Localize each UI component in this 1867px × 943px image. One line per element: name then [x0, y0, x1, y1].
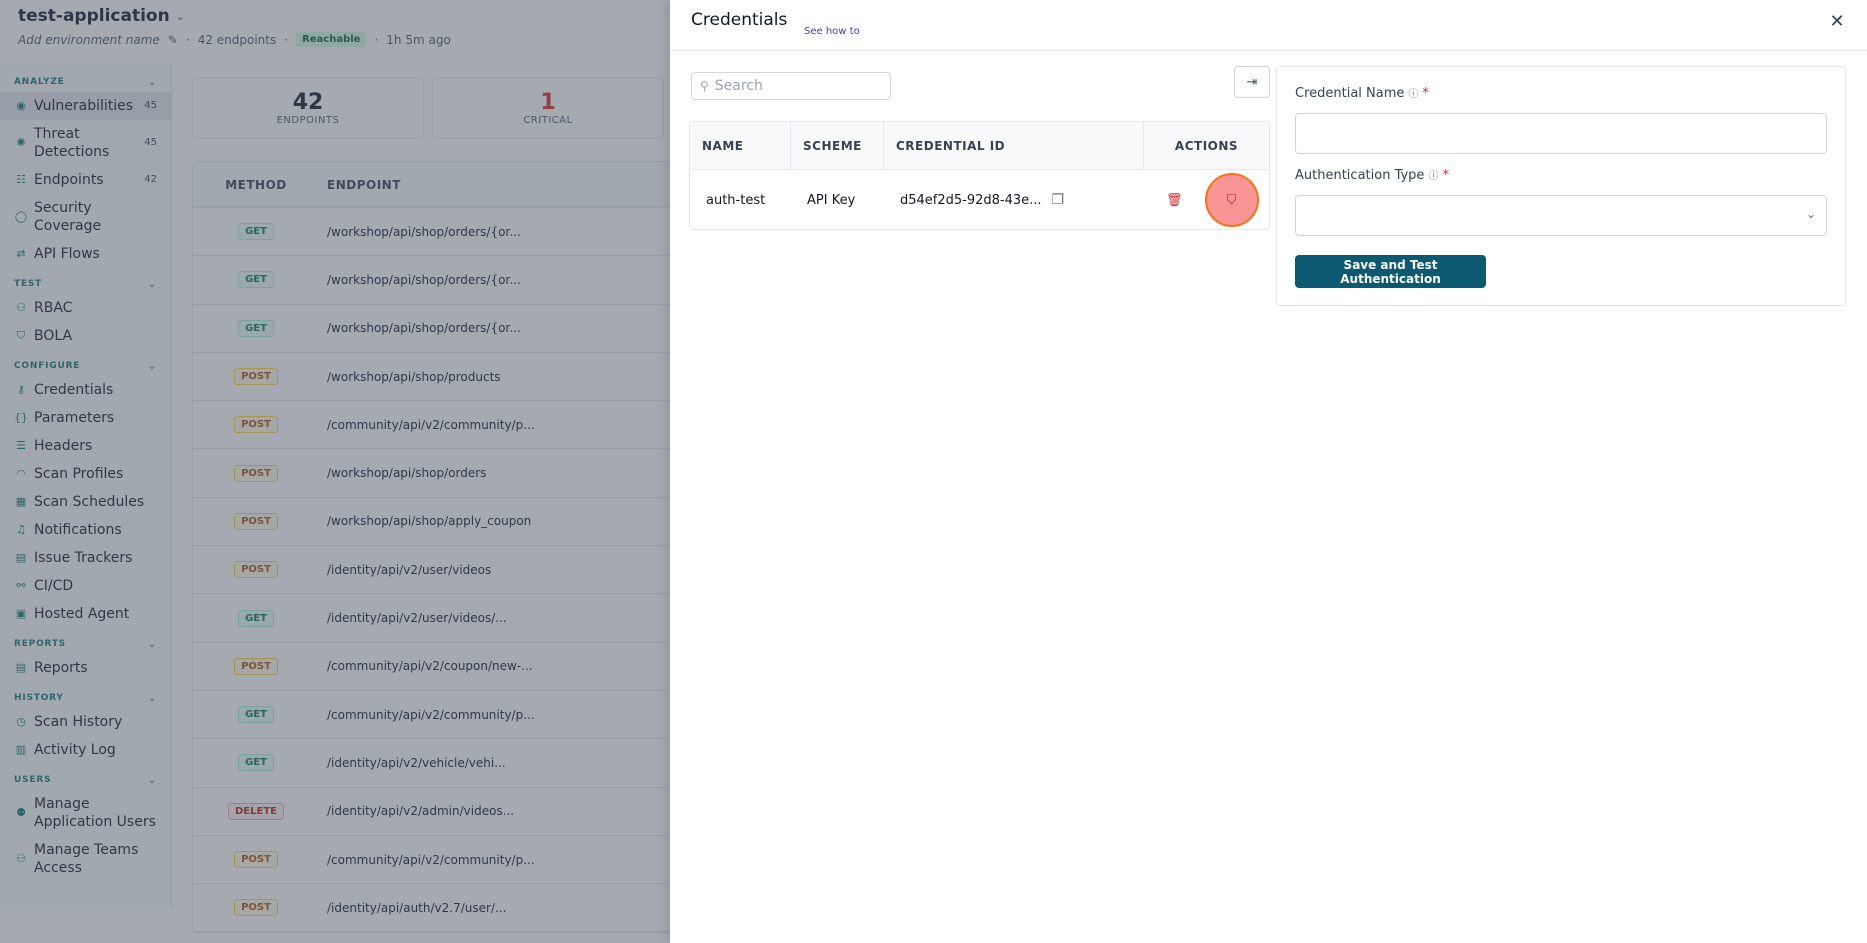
- drawer-title: Credentials: [691, 10, 788, 30]
- copy-icon[interactable]: ❐: [1052, 192, 1065, 208]
- column-scheme: SCHEME: [791, 122, 884, 169]
- shield-check-icon: ⛉: [1226, 192, 1237, 208]
- modal-backdrop[interactable]: [0, 0, 670, 943]
- info-icon[interactable]: ⓘ: [1408, 89, 1418, 100]
- drawer-header: Credentials See how to ✕: [670, 0, 1867, 51]
- actions-cell: 🗑 ⛉: [1144, 170, 1269, 229]
- column-name: NAME: [690, 122, 791, 169]
- info-icon[interactable]: ⓘ: [1428, 171, 1438, 182]
- credential-scheme: API Key: [807, 192, 856, 208]
- credentials-table: NAME SCHEME CREDENTIAL ID ACTIONS auth-t…: [689, 121, 1270, 230]
- required-marker: *: [1442, 168, 1449, 183]
- credential-name-input[interactable]: [1295, 113, 1827, 154]
- credential-id-cell: d54ef2d5-92d8-43e... ❐: [884, 170, 1144, 229]
- column-actions: ACTIONS: [1174, 138, 1239, 153]
- search-icon: ⚲: [700, 79, 709, 93]
- chevron-down-icon: ⌄: [1805, 207, 1816, 221]
- required-marker: *: [1422, 86, 1429, 101]
- search-input[interactable]: [714, 78, 875, 94]
- save-and-test-button[interactable]: Save and Test Authentication: [1295, 255, 1486, 288]
- test-auth-button[interactable]: ⛉: [1204, 173, 1259, 227]
- credential-id: d54ef2d5-92d8-43e...: [900, 192, 1042, 208]
- trash-icon[interactable]: 🗑: [1166, 193, 1183, 208]
- auth-type-select[interactable]: ⌄: [1295, 195, 1827, 236]
- collapse-panel-button[interactable]: ⇥: [1234, 66, 1270, 98]
- credentials-table-header: NAME SCHEME CREDENTIAL ID ACTIONS: [690, 122, 1269, 170]
- credential-name-label: Credential Name ⓘ *: [1295, 86, 1429, 101]
- arrow-to-right-icon: ⇥: [1246, 74, 1258, 90]
- credential-form: Credential Name ⓘ * Authentication Type ⓘ * …: [1276, 66, 1846, 306]
- credential-name: auth-test: [706, 192, 766, 208]
- see-how-link[interactable]: See how to: [804, 26, 860, 37]
- credentials-drawer: Credentials See how to ✕ ⚲ ⇥ NAME SCHEME…: [670, 0, 1867, 943]
- column-credential-id: CREDENTIAL ID: [884, 122, 1144, 169]
- close-icon[interactable]: ✕: [1827, 12, 1847, 32]
- table-row: auth-test API Key d54ef2d5-92d8-43e... ❐…: [690, 170, 1269, 229]
- search-box[interactable]: ⚲: [691, 72, 891, 100]
- auth-type-label: Authentication Type ⓘ *: [1295, 168, 1449, 183]
